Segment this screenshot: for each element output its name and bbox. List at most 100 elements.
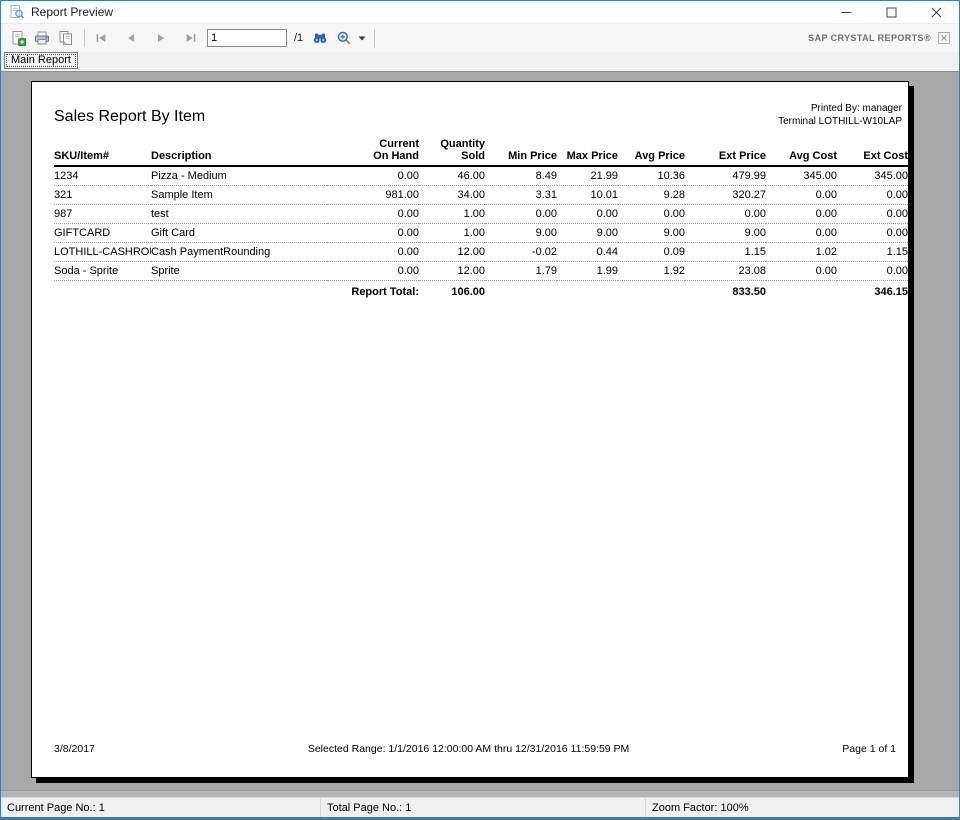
status-current-page: Current Page No.: 1 [1, 798, 321, 817]
tab-main-report[interactable]: Main Report [4, 52, 78, 69]
table-cell: 0.00 [766, 185, 837, 205]
next-page-icon [157, 34, 165, 42]
report-page: Printed By: manager Terminal LOTHILL-W10… [31, 81, 909, 778]
previous-page-button[interactable] [121, 27, 141, 49]
table-cell: 0.00 [327, 261, 419, 281]
table-cell: Soda - Sprite [54, 261, 151, 281]
print-icon [35, 31, 49, 44]
find-binoculars-icon [313, 33, 327, 43]
column-header: SKU/Item# [54, 138, 151, 167]
dismiss-branding-icon[interactable] [938, 32, 950, 44]
table-cell: 1.99 [557, 261, 618, 281]
table-cell: 9.28 [618, 185, 685, 205]
table-cell: 0.00 [837, 185, 908, 205]
table-cell: Pizza - Medium [151, 166, 327, 186]
report-total-value [766, 280, 837, 304]
table-cell: Gift Card [151, 223, 327, 243]
table-cell: Cash PaymentRounding [151, 242, 327, 262]
minimize-icon [841, 11, 852, 13]
window-controls [824, 1, 959, 23]
table-row: 321 Sample Item 981.00 34.00 3.31 10.01 9.28 32… [54, 185, 908, 205]
maximize-button[interactable] [869, 1, 914, 23]
table-cell: 10.01 [557, 185, 618, 205]
horizontal-scrollbar-track[interactable] [1, 790, 959, 797]
branding-area: SAP CRYSTAL REPORTS® [808, 32, 959, 44]
report-total-label: Report Total: [351, 286, 419, 299]
report-total-value [618, 280, 685, 304]
table-cell: GIFTCARD [54, 223, 151, 243]
table-cell: 1.02 [766, 242, 837, 262]
column-header: Ext Price [685, 138, 766, 167]
next-page-button[interactable] [151, 27, 171, 49]
table-cell: 320.27 [685, 185, 766, 205]
table-cell: 9.00 [485, 223, 557, 243]
table-cell: 0.00 [327, 166, 419, 186]
window-title: Report Preview [31, 5, 114, 19]
find-button[interactable] [310, 27, 330, 49]
table-cell: 8.49 [485, 166, 557, 186]
last-page-button[interactable] [181, 27, 201, 49]
report-total-value: 346.15 [874, 286, 908, 299]
printed-by-block: Printed By: manager Terminal LOTHILL-W10… [778, 102, 902, 128]
first-page-button[interactable] [91, 27, 111, 49]
table-cell: 0.00 [327, 223, 419, 243]
toolbar-separator [374, 29, 376, 47]
report-total-value: 106.00 [451, 286, 485, 299]
print-button[interactable] [30, 27, 54, 49]
table-row: 1234 Pizza - Medium 0.00 46.00 8.49 21.99 10.3… [54, 166, 908, 186]
copy-icon [59, 30, 72, 45]
table-cell: 21.99 [557, 166, 618, 186]
tab-row: Main Report [1, 52, 959, 71]
report-total-value: 833.50 [732, 286, 766, 299]
table-cell: 0.00 [327, 204, 419, 224]
footer-selected-range: Selected Range: 1/1/2016 12:00:00 AM thr… [307, 743, 630, 755]
table-cell: 1.79 [485, 261, 557, 281]
page-number-input[interactable] [207, 29, 287, 47]
export-button[interactable] [6, 27, 30, 49]
column-header: Avg Price [618, 138, 685, 167]
table-cell: 0.00 [557, 204, 618, 224]
table-cell: Sprite [151, 261, 327, 281]
terminal-text: Terminal LOTHILL-W10LAP [778, 116, 902, 127]
first-page-icon [96, 34, 106, 42]
table-cell: 1.15 [837, 242, 908, 262]
status-bar: Current Page No.: 1 Total Page No.: 1 Zo… [1, 797, 959, 817]
table-cell: 0.00 [837, 223, 908, 243]
previous-page-icon [127, 34, 135, 42]
report-preview-icon [9, 4, 25, 20]
table-cell: 0.00 [766, 223, 837, 243]
zoom-button[interactable] [334, 27, 354, 49]
table-cell: 9.00 [685, 223, 766, 243]
page-total-label: /1 [294, 32, 304, 44]
table-cell: 981.00 [327, 185, 419, 205]
table-cell: 0.00 [837, 261, 908, 281]
table-cell: 1.15 [685, 242, 766, 262]
zoom-dropdown-button[interactable] [356, 27, 368, 49]
footer-date: 3/8/2017 [54, 743, 95, 755]
table-header-row: SKU/Item# Description Current On Hand Quant… [54, 138, 908, 167]
table-cell: 0.00 [837, 204, 908, 224]
report-preview-window: Report Preview 1 /1 SAP CRYSTAL REPORTS®… [0, 0, 960, 820]
table-cell: -0.02 [485, 242, 557, 262]
table-cell: 34.00 [419, 185, 485, 205]
table-cell: 9.00 [618, 223, 685, 243]
table-cell: 479.99 [685, 166, 766, 186]
column-header: Description [151, 138, 327, 167]
table-row: Soda - Sprite Sprite 0.00 12.00 1.79 1.99 1.92… [54, 261, 908, 281]
column-header: Current On Hand [327, 138, 419, 167]
close-icon [931, 7, 942, 17]
table-cell: LOTHILL-CASHROU [54, 242, 151, 262]
export-icon [12, 30, 26, 46]
table-body: 1234 Pizza - Medium 0.00 46.00 8.49 21.99 10.3… [54, 166, 908, 281]
minimize-button[interactable] [824, 1, 869, 23]
table-cell: 0.44 [557, 242, 618, 262]
copy-button[interactable] [54, 27, 78, 49]
status-total-page: Total Page No.: 1 [321, 798, 646, 817]
column-header: Max Price [557, 138, 618, 167]
table-cell: 321 [54, 185, 151, 205]
table-cell: 9.00 [557, 223, 618, 243]
table-cell: 10.36 [618, 166, 685, 186]
close-button[interactable] [914, 1, 959, 23]
table-cell: 345.00 [837, 166, 908, 186]
table-total-row: Report Total: 106.00 833.50 346.15 [54, 280, 908, 304]
